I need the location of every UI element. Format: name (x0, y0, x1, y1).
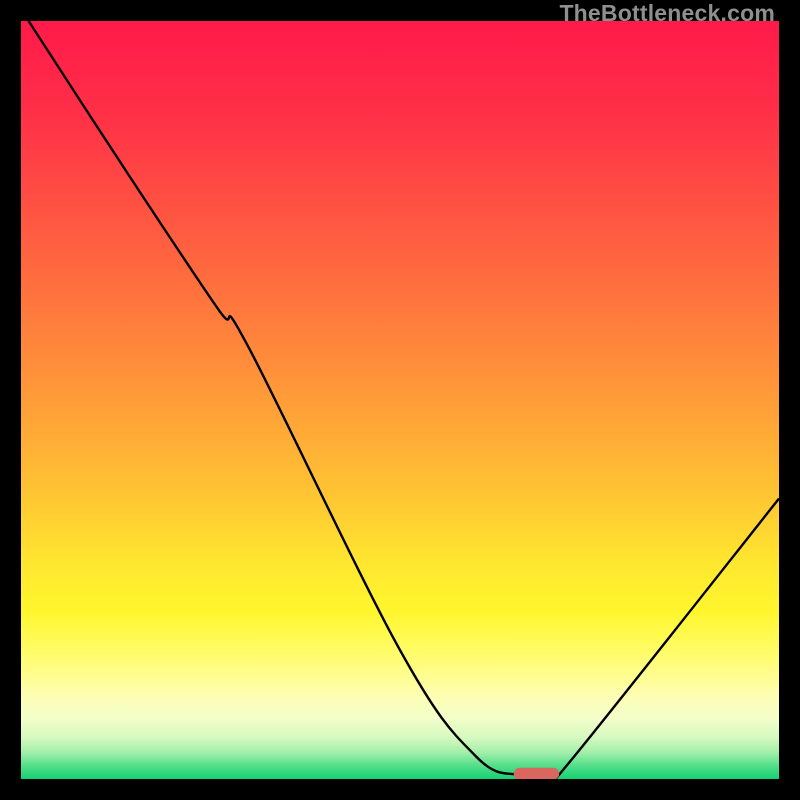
optimal-marker (514, 768, 559, 779)
chart-frame (21, 21, 779, 779)
watermark-text: TheBottleneck.com (559, 0, 775, 27)
gradient-background (21, 21, 779, 779)
bottleneck-chart (21, 21, 779, 779)
